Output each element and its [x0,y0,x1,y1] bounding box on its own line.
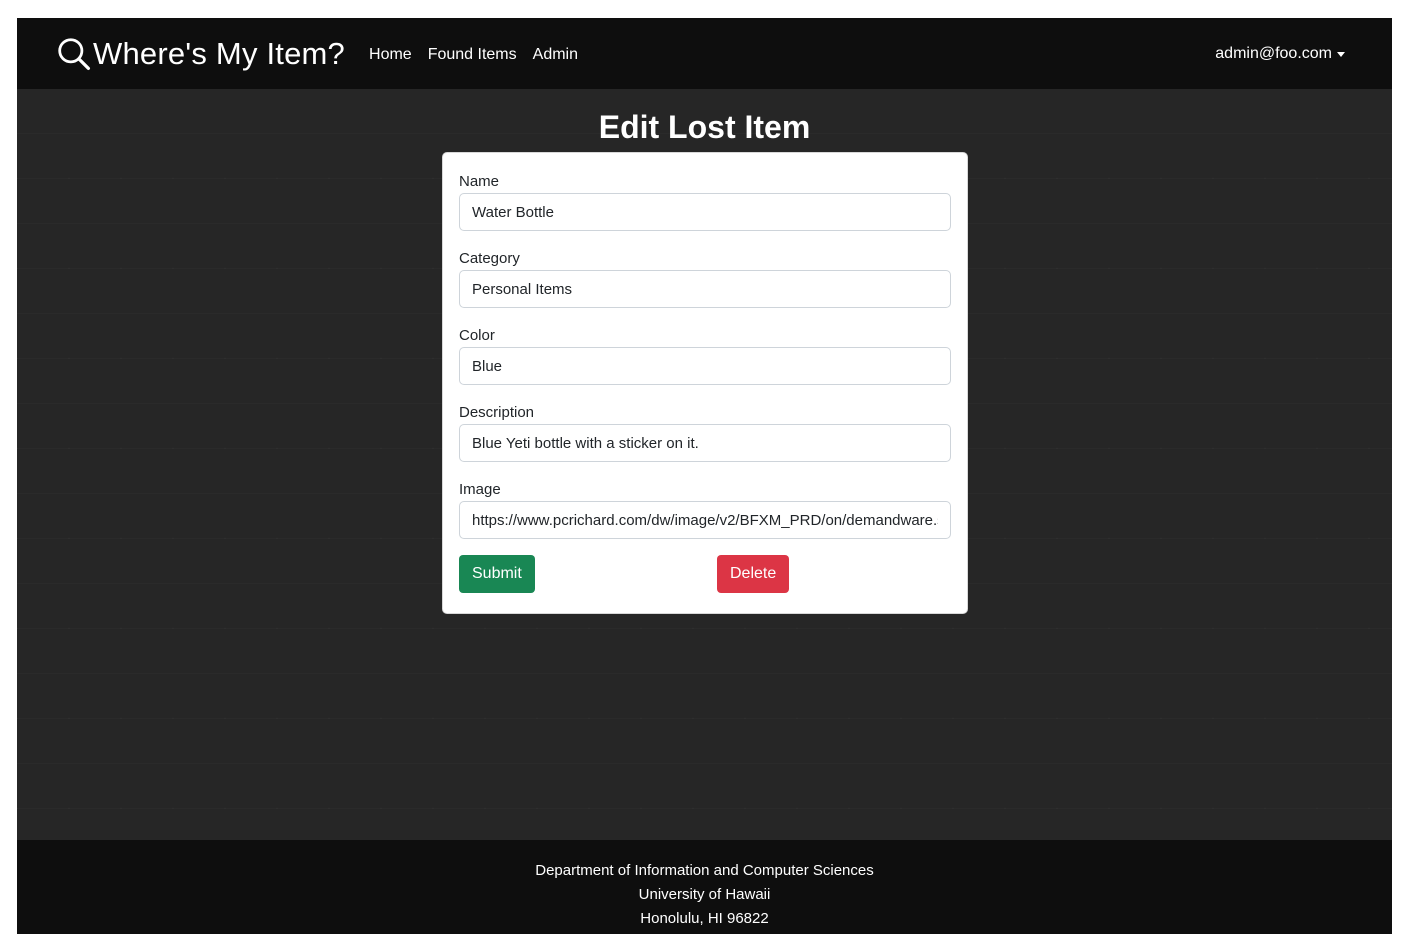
edit-form-card: Name Category Color Description Image Su… [442,152,968,614]
navbar: Where's My Item? Home Found Items Admin … [17,18,1392,89]
user-dropdown[interactable]: admin@foo.com [1215,45,1345,63]
name-field-group: Name [459,173,951,231]
brand-link[interactable]: Where's My Item? [56,35,345,73]
footer: Department of Information and Computer S… [17,840,1392,934]
footer-department: Department of Information and Computer S… [535,862,874,879]
footer-university: University of Hawaii [638,886,771,903]
color-input[interactable] [459,347,951,385]
search-icon [58,37,90,70]
caret-down-icon [1337,52,1345,57]
name-label: Name [459,173,500,190]
page-title: Edit Lost Item [598,109,811,145]
nav-links: Home Found Items Admin [369,46,594,64]
color-label: Color [459,327,495,344]
form-actions: Submit Delete [459,555,951,593]
submit-button[interactable]: Submit [459,555,535,593]
category-field-group: Category [459,250,951,308]
app-frame: Where's My Item? Home Found Items Admin … [17,18,1392,934]
description-label: Description [459,404,535,421]
image-field-group: Image [459,481,951,539]
footer-address: Honolulu, HI 96822 [640,910,769,927]
description-input[interactable] [459,424,951,462]
image-url-input[interactable] [459,501,951,539]
nav-link-admin[interactable]: Admin [533,46,578,64]
nav-link-home[interactable]: Home [369,46,412,64]
image-label: Image [459,481,501,498]
color-field-group: Color [459,327,951,385]
name-input[interactable] [459,193,951,231]
brand-title: Where's My Item? [93,36,346,71]
category-input[interactable] [459,270,951,308]
nav-link-found-items[interactable]: Found Items [428,46,517,64]
delete-button[interactable]: Delete [717,555,790,593]
user-email: admin@foo.com [1215,45,1332,62]
category-label: Category [459,250,520,267]
description-field-group: Description [459,404,951,462]
